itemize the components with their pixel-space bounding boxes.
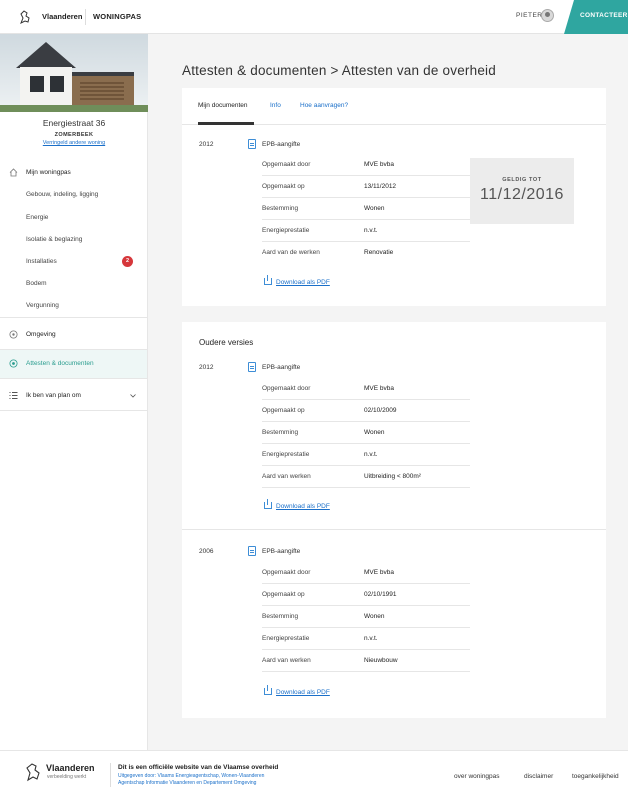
detail-row: Aard van de werken Renovatie: [262, 249, 394, 256]
sidebar-item-installaties[interactable]: Installaties: [26, 258, 57, 265]
download-pdf-link[interactable]: Download als PDF: [264, 499, 330, 510]
sidebar-item-omgeving[interactable]: Omgeving: [26, 331, 56, 338]
document-icon: [248, 139, 256, 149]
footer-tagline: verbeelding werkt: [47, 774, 87, 780]
contact-button[interactable]: CONTACTEER ONS: [564, 0, 628, 34]
avatar-icon[interactable]: [541, 9, 554, 22]
download-icon: [264, 275, 272, 285]
footer-publisher-line[interactable]: Agentschap Informatie Vlaanderen en Depa…: [118, 780, 256, 786]
location-icon: [9, 330, 18, 339]
footer-publisher-line[interactable]: Uitgegeven door: Vlaams Energieagentscha…: [118, 773, 264, 779]
detail-row: Opgemaakt op 13/11/2012: [262, 176, 470, 198]
house-photo: [0, 34, 148, 112]
valid-until-box: GELDIG TOT 11/12/2016: [470, 158, 574, 224]
footer-brand[interactable]: Vlaanderen: [46, 763, 95, 773]
detail-row: Opgemaakt door MVE bvba: [262, 562, 470, 584]
tab-bar: Mijn documenten Info Hoe aanvragen?: [182, 88, 606, 125]
document-year: 2006: [199, 548, 214, 555]
document-title: EPB-aangifte: [262, 548, 301, 555]
sidebar-item-attesten-label[interactable]: Attesten & documenten: [26, 360, 94, 367]
list-icon: [9, 392, 18, 399]
detail-row: Energieprestatie n.v.t.: [262, 444, 470, 466]
vlaanderen-lion-icon[interactable]: [18, 9, 32, 25]
sidebar-item-mijn-woningpas[interactable]: Mijn woningpas: [26, 169, 71, 176]
sidebar: Energiestraat 36 ZOMERBEEK Verringeld an…: [0, 34, 148, 750]
detail-row: Energieprestatie n.v.t.: [262, 628, 470, 650]
document-badge-icon: [9, 359, 18, 368]
detail-row: Bestemming Wonen: [262, 198, 470, 220]
sidebar-item-gebouw[interactable]: Gebouw, indeling, ligging: [26, 191, 98, 198]
valid-until-date: 11/12/2016: [480, 186, 564, 203]
sidebar-item-plan[interactable]: Ik ben van plan om: [26, 392, 81, 399]
address-block: Energiestraat 36 ZOMERBEEK Verringeld an…: [0, 118, 148, 146]
detail-row: Opgemaakt door MVE bvba: [262, 154, 470, 176]
switch-home-link[interactable]: Verringeld andere woning: [0, 140, 148, 146]
footer: Vlaanderen verbeelding werkt Dit is een …: [0, 750, 628, 796]
document-title: EPB-aangifte: [262, 364, 301, 371]
top-header: Vlaanderen WONINGPAS PIETER CONTACTEER O…: [0, 0, 628, 34]
sidebar-item-energie[interactable]: Energie: [26, 214, 48, 221]
detail-row: Opgemaakt door MVE bvba: [262, 378, 470, 400]
footer-link-disclaimer[interactable]: disclaimer: [524, 773, 553, 780]
sidebar-item-bodem[interactable]: Bodem: [26, 280, 47, 287]
chevron-down-icon[interactable]: [130, 394, 136, 398]
active-tab-indicator: [198, 122, 254, 125]
detail-row: Aard van werken Uitbreiding < 800m²: [262, 466, 470, 488]
sidebar-item-isolatie[interactable]: Isolatie & beglazing: [26, 236, 82, 243]
user-name[interactable]: PIETER: [516, 12, 542, 19]
brand-name[interactable]: Vlaanderen: [42, 12, 82, 21]
tab-hoe-aanvragen[interactable]: Hoe aanvragen?: [300, 102, 348, 109]
download-icon: [264, 685, 272, 695]
download-icon: [264, 499, 272, 509]
document-title: EPB-aangifte: [262, 141, 301, 148]
footer-link-over[interactable]: over woningpas: [454, 773, 500, 780]
page-title: Attesten & documenten > Attesten van de …: [182, 63, 496, 78]
detail-row: Bestemming Wonen: [262, 606, 470, 628]
document-year: 2012: [199, 364, 214, 371]
sidebar-item-vergunning[interactable]: Vergunning: [26, 302, 59, 309]
header-divider: [85, 9, 86, 25]
footer-title: Dit is een officiële website van de Vlaa…: [118, 764, 279, 771]
installaties-badge: 2: [122, 256, 133, 267]
document-year: 2012: [199, 141, 214, 148]
tab-mijn-documenten[interactable]: Mijn documenten: [198, 102, 248, 109]
valid-until-label: GELDIG TOT: [502, 177, 542, 183]
product-name[interactable]: WONINGPAS: [93, 12, 141, 21]
vlaanderen-lion-icon[interactable]: [24, 761, 42, 783]
address-street: Energiestraat 36: [42, 118, 106, 128]
detail-row: Energieprestatie n.v.t.: [262, 220, 470, 242]
detail-row: Bestemming Wonen: [262, 422, 470, 444]
detail-row: Opgemaakt op 02/10/1991: [262, 584, 470, 606]
document-icon: [248, 362, 256, 372]
footer-link-toegankelijkheid[interactable]: toegankelijkheid: [572, 773, 628, 780]
tab-info[interactable]: Info: [270, 102, 281, 109]
detail-row: Aard van werken Nieuwbouw: [262, 650, 470, 672]
older-versions-title: Oudere versies: [199, 338, 254, 347]
document-icon: [248, 546, 256, 556]
download-pdf-link[interactable]: Download als PDF: [264, 275, 330, 286]
detail-row: Opgemaakt op 02/10/2009: [262, 400, 470, 422]
home-icon: [9, 168, 18, 177]
download-pdf-link[interactable]: Download als PDF: [264, 685, 330, 696]
address-city: ZOMERBEEK: [54, 132, 94, 138]
